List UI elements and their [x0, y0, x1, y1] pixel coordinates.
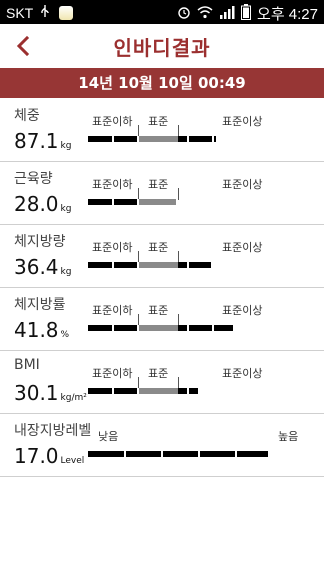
metric-value-group: 17.0 Level	[14, 444, 84, 468]
battery-icon	[241, 3, 252, 24]
bar-segment	[138, 199, 176, 205]
bar-divider	[187, 388, 189, 394]
scale-label-below: 표준이하	[92, 367, 133, 380]
scale-label-high: 높음	[278, 430, 299, 443]
metric-unit: kg/m²	[60, 393, 87, 403]
bar-segment	[138, 136, 178, 142]
metric-label: 체중	[14, 108, 40, 124]
metric-row: BMI 30.1 kg/m² 표준이하 표준 표준이상	[0, 351, 324, 414]
carrier-label: SKT	[6, 5, 34, 21]
status-time: 오후 4:27	[257, 6, 318, 23]
wifi-icon	[197, 5, 213, 23]
signal-icon	[219, 5, 235, 23]
bar-divider	[198, 451, 200, 457]
bar-divider	[235, 451, 237, 457]
bar-divider	[112, 388, 114, 394]
scale-label-above: 표준이상	[222, 241, 263, 254]
metric-value: 28.0	[14, 192, 59, 216]
metric-value-group: 28.0 kg	[14, 192, 71, 216]
bar-divider	[187, 325, 189, 331]
metric-value-group: 36.4 kg	[14, 255, 71, 279]
bar-divider	[137, 388, 139, 394]
bar-divider	[124, 451, 126, 457]
metric-unit: kg	[60, 204, 72, 214]
page-title: 인바디결과	[113, 36, 211, 60]
metric-unit: %	[60, 330, 70, 340]
metric-value: 17.0	[14, 444, 59, 468]
scale-label-below: 표준이하	[92, 304, 133, 317]
metric-row: 체중 87.1 kg 표준이하 표준 표준이상	[0, 99, 324, 162]
metric-scale: 표준이하 표준 표준이상	[88, 113, 308, 153]
metric-value-group: 30.1 kg/m²	[14, 381, 87, 405]
scale-label-standard: 표준	[148, 367, 169, 380]
metric-bar	[88, 388, 308, 394]
metric-value-group: 87.1 kg	[14, 129, 71, 153]
measurement-date: 14년 10월 10일 00:49	[0, 68, 324, 98]
scale-label-below: 표준이하	[92, 241, 133, 254]
metric-bar	[88, 451, 308, 457]
app-header: 인바디결과	[0, 24, 324, 68]
metric-label: 근육량	[14, 171, 53, 187]
bar-divider	[212, 325, 214, 331]
metric-label: 내장지방레벨	[14, 423, 92, 439]
status-bar: SKT 오후 4:27	[0, 0, 324, 24]
scale-label-above: 표준이상	[222, 304, 263, 317]
bar-segment	[178, 262, 211, 268]
bar-segment	[138, 262, 178, 268]
metric-scale: 낮음 높음	[88, 428, 308, 468]
bar-divider	[137, 325, 139, 331]
bar-divider	[137, 262, 139, 268]
metric-bar	[88, 325, 308, 331]
metric-scale: 표준이하 표준 표준이상	[88, 365, 308, 405]
metric-unit: Level	[60, 456, 85, 466]
bar-divider	[212, 136, 214, 142]
metric-row: 체지방량 36.4 kg 표준이하 표준 표준이상	[0, 225, 324, 288]
bar-divider	[112, 262, 114, 268]
metric-value: 36.4	[14, 255, 59, 279]
scale-label-standard: 표준	[148, 178, 169, 191]
metric-bar	[88, 262, 308, 268]
metric-value-group: 41.8%	[14, 318, 69, 342]
metric-unit: kg	[60, 141, 72, 151]
bar-divider	[112, 199, 114, 205]
bar-segment	[138, 325, 178, 331]
metric-scale: 표준이하 표준 표준이상	[88, 302, 308, 342]
bar-divider	[137, 136, 139, 142]
metric-row: 근육량 28.0 kg 표준이하 표준 표준이상	[0, 162, 324, 225]
metric-bar	[88, 199, 308, 205]
scale-label-below: 표준이하	[92, 115, 133, 128]
scale-label-above: 표준이상	[222, 115, 263, 128]
metric-label: 체지방률	[14, 297, 66, 313]
metric-value: 87.1	[14, 129, 59, 153]
scale-label-standard: 표준	[148, 115, 169, 128]
bar-divider	[112, 325, 114, 331]
metric-scale: 표준이하 표준 표준이상	[88, 176, 308, 216]
scale-label-low: 낮음	[98, 430, 119, 443]
bar-divider	[187, 262, 189, 268]
notification-app-icon	[59, 6, 74, 20]
bar-segment	[178, 136, 216, 142]
scale-label-below: 표준이하	[92, 178, 133, 191]
metric-row: 체지방률 41.8% 표준이하 표준 표준이상	[0, 288, 324, 351]
metric-value: 30.1	[14, 381, 59, 405]
bar-divider	[161, 451, 163, 457]
usb-icon	[39, 4, 51, 22]
scale-label-above: 표준이상	[222, 178, 263, 191]
metric-row: 내장지방레벨 17.0 Level 낮음 높음	[0, 414, 324, 477]
metric-bar	[88, 136, 308, 142]
bar-divider	[187, 136, 189, 142]
bar-divider	[112, 136, 114, 142]
scale-label-above: 표준이상	[222, 367, 263, 380]
scale-label-standard: 표준	[148, 304, 169, 317]
bar-segment	[138, 388, 178, 394]
bar-divider	[137, 199, 139, 205]
scale-label-standard: 표준	[148, 241, 169, 254]
metric-scale: 표준이하 표준 표준이상	[88, 239, 308, 279]
metric-label: BMI	[14, 357, 40, 373]
metric-label: 체지방량	[14, 234, 66, 250]
alarm-icon	[177, 5, 191, 23]
metric-value: 41.8	[14, 318, 59, 342]
metric-unit: kg	[60, 267, 72, 277]
bar-segment	[88, 451, 268, 457]
